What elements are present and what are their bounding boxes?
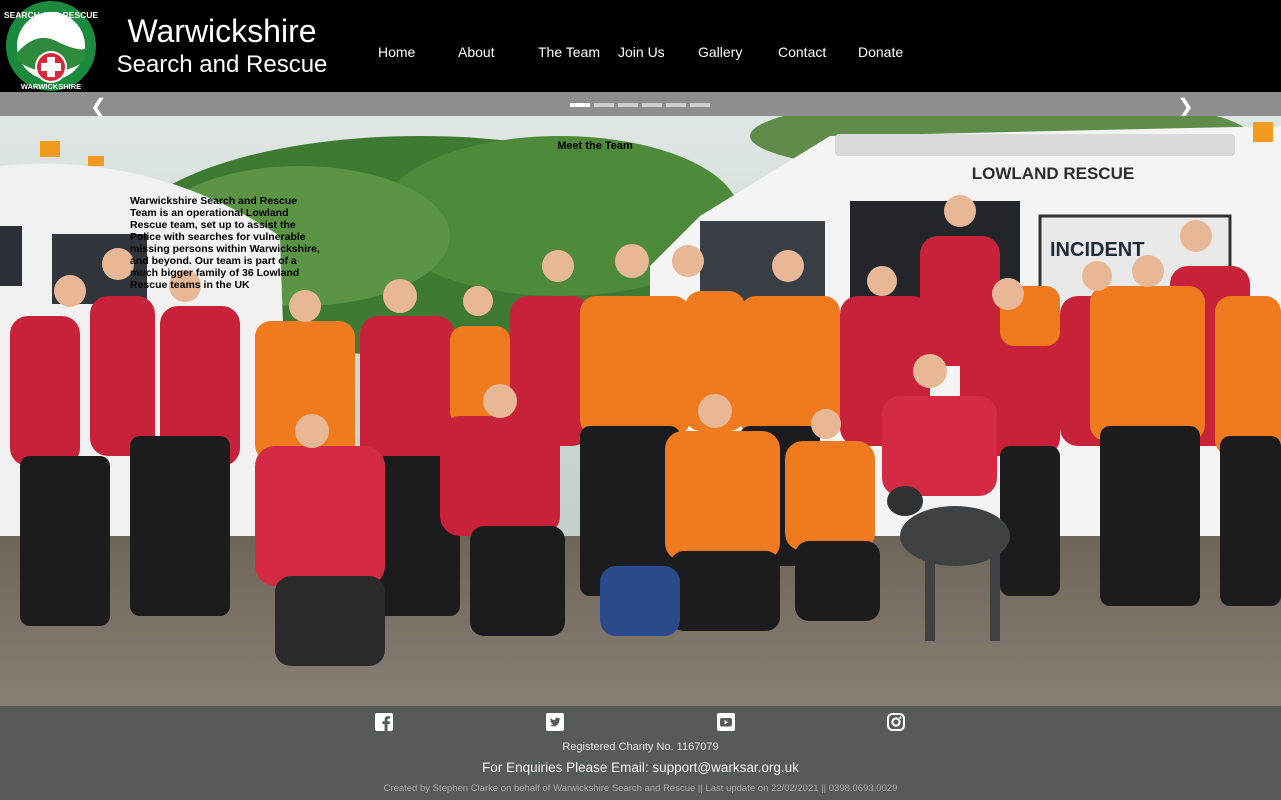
- slide-dot-4[interactable]: [642, 103, 662, 107]
- enquiries-label: For Enquiries Please Email:: [482, 760, 653, 775]
- slide-dot-6[interactable]: [690, 103, 710, 107]
- hero-slide: LOWLAND RESCUE INCIDENT Meet the Team Wa…: [0, 116, 1281, 706]
- site-brand[interactable]: Warwickshire Search and Rescue: [104, 12, 340, 80]
- logo-text-bottom: WARWICKSHIRE: [21, 82, 81, 91]
- van-label: LOWLAND RESCUE: [972, 164, 1134, 183]
- slide-dot-3[interactable]: [618, 103, 638, 107]
- youtube-icon[interactable]: [717, 713, 735, 731]
- slide-title: Meet the Team: [557, 140, 633, 152]
- slide-indicators: [570, 103, 710, 107]
- logo-text-top: SEARCH AND RESCUE: [4, 10, 98, 20]
- nav-the-team[interactable]: The Team: [538, 44, 600, 60]
- site-credits: Created by Stephen Clarke on behalf of W…: [383, 783, 898, 794]
- instagram-icon[interactable]: [887, 713, 905, 731]
- logo[interactable]: SEARCH AND RESCUE WARWICKSHIRE: [1, 1, 101, 91]
- brand-line-2: Search and Rescue: [116, 51, 328, 78]
- facebook-icon[interactable]: [375, 713, 393, 731]
- twitter-icon[interactable]: [546, 713, 564, 731]
- enquiries-line: For Enquiries Please Email: support@wark…: [0, 760, 1281, 775]
- nav-join-us[interactable]: Join Us: [618, 44, 665, 60]
- van-incident-label: INCIDENT: [1050, 239, 1144, 261]
- nav-home[interactable]: Home: [378, 44, 415, 60]
- nav-donate[interactable]: Donate: [858, 44, 903, 60]
- slide-dot-5[interactable]: [666, 103, 686, 107]
- slide-dot-1[interactable]: [570, 103, 590, 107]
- site-header: SEARCH AND RESCUE WARWICKSHIRE Warwicksh…: [0, 0, 1281, 92]
- brand-line-1: Warwickshire: [127, 13, 317, 49]
- email-link[interactable]: support@warksar.org.uk: [652, 760, 799, 775]
- nav-gallery[interactable]: Gallery: [698, 44, 742, 60]
- nav-about[interactable]: About: [458, 44, 495, 60]
- slide-dot-2[interactable]: [594, 103, 614, 107]
- charity-number: Registered Charity No. 1167079: [562, 741, 719, 753]
- nav-contact[interactable]: Contact: [778, 44, 826, 60]
- slide-description: Warwickshire Search and Rescue Team is a…: [130, 195, 320, 291]
